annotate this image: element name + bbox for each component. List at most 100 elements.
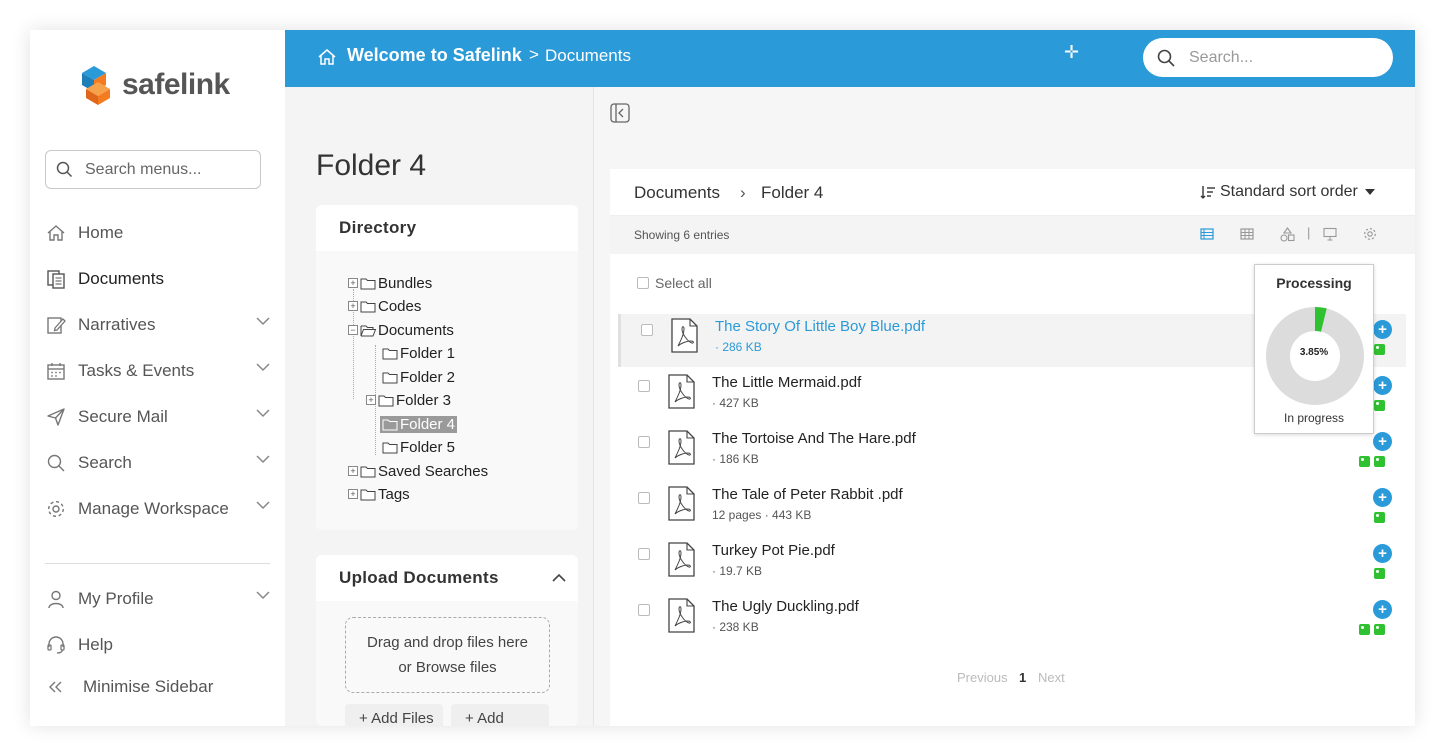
document-name-link[interactable]: The Tortoise And The Hare.pdf [712,430,916,447]
sidebar-search-input[interactable] [85,160,235,179]
gear-icon[interactable] [1363,227,1377,241]
breadcrumb-documents[interactable]: Documents [545,46,631,66]
folder-panel-column: Folder 4 Directory + Bundles + Codes − D… [285,87,593,726]
breadcrumb-separator: > [529,45,539,64]
tag-icon[interactable] [1374,344,1385,355]
toolbar-divider: | [1307,225,1311,240]
shapes-view-icon[interactable] [1280,227,1295,242]
row-checkbox[interactable] [638,604,650,616]
chevron-down-icon [256,317,270,326]
document-name-link[interactable]: The Story Of Little Boy Blue.pdf [715,318,925,335]
document-name-link[interactable]: The Tale of Peter Rabbit .pdf [712,486,903,503]
upload-panel: Upload Documents Drag and drop files her… [316,555,578,726]
collapse-panel-icon[interactable] [610,103,630,123]
folder-open-icon [360,325,376,336]
sidebar-item-narratives[interactable]: Narratives [45,310,270,340]
upload-heading[interactable]: Upload Documents [316,555,578,601]
add-to-document-button[interactable]: + [1373,544,1392,563]
tree-node-folder-1[interactable]: Folder 1 [382,343,455,363]
tree-node-folder-5[interactable]: Folder 5 [382,437,455,457]
add-files-button[interactable]: + Add Files [345,704,443,726]
list-view-icon[interactable] [1200,227,1214,241]
global-search-input[interactable] [1189,48,1369,67]
sidebar-item-documents[interactable]: Documents [45,264,270,294]
sidebar-item-search[interactable]: Search [45,448,270,478]
tree-node-documents[interactable]: − Documents [348,320,454,340]
select-all-checkbox[interactable] [637,277,649,289]
document-name-link[interactable]: The Ugly Duckling.pdf [712,598,859,615]
add-to-document-button[interactable]: + [1373,600,1392,619]
add-to-document-button[interactable]: + [1373,320,1392,339]
expand-icon[interactable]: + [366,395,376,405]
minimise-sidebar-button[interactable]: Minimise Sidebar [45,672,270,702]
expand-icon[interactable]: + [348,278,358,288]
dropzone-text: Drag and drop files here [367,634,528,651]
document-row[interactable]: The Ugly Duckling.pdf · 238 KB [618,594,1406,647]
add-to-document-button[interactable]: + [1373,432,1392,451]
tag-icon[interactable] [1374,400,1385,411]
document-meta: · 19.7 KB [712,564,763,578]
tree-node-folder-4[interactable]: Folder 4 [380,414,458,434]
breadcrumb-documents-link[interactable]: Documents [634,183,720,203]
entries-count: Showing 6 entries [634,228,729,242]
add-to-document-button[interactable]: + [1373,376,1392,395]
tag-icon[interactable] [1359,456,1370,467]
tree-node-saved-searches[interactable]: + Saved Searches [348,461,488,481]
sidebar-item-label: Tasks & Events [78,361,195,380]
pagination-page-1[interactable]: 1 [1019,670,1026,685]
sidebar-item-help[interactable]: Help [45,630,270,660]
tree-node-tags[interactable]: + Tags [348,484,410,504]
document-row[interactable]: Turkey Pot Pie.pdf · 19.7 KB [618,538,1406,591]
page-title: Folder 4 [316,149,427,182]
tree-node-codes[interactable]: + Codes [348,296,421,316]
entries-suffix: entries [690,228,730,242]
sidebar-item-home[interactable]: Home [45,218,270,248]
browse-files-link[interactable]: or Browse files [346,655,549,680]
presentation-icon[interactable] [1323,227,1337,241]
document-name-link[interactable]: The Little Mermaid.pdf [712,374,861,391]
row-checkbox[interactable] [638,380,650,392]
sidebar-search[interactable] [45,150,261,189]
add-to-document-button[interactable]: + [1373,488,1392,507]
tag-icon[interactable] [1374,512,1385,523]
pagination-previous[interactable]: Previous [957,670,1008,685]
double-chevron-left-icon [45,676,67,698]
sidebar-item-manage-workspace[interactable]: Manage Workspace [45,494,270,524]
brand-logo[interactable]: safelink [76,63,230,107]
tree-node-folder-3[interactable]: + Folder 3 [366,390,451,410]
sidebar-item-my-profile[interactable]: My Profile [45,584,270,614]
sidebar-item-tasks-events[interactable]: Tasks & Events [45,356,270,386]
document-row[interactable]: The Tale of Peter Rabbit .pdf 12 pages ·… [618,482,1406,535]
sort-order-dropdown[interactable]: Standard sort order [1200,183,1375,201]
tree-node-bundles[interactable]: + Bundles [348,273,432,293]
tree-node-folder-2[interactable]: Folder 2 [382,367,455,387]
expand-icon[interactable]: + [348,466,358,476]
upload-dropzone[interactable]: Drag and drop files here or Browse files [345,617,550,693]
pagination-next[interactable]: Next [1038,670,1065,685]
global-search[interactable] [1143,38,1393,77]
collapse-icon[interactable]: − [348,325,358,335]
document-name-link[interactable]: Turkey Pot Pie.pdf [712,542,835,559]
chevron-up-icon[interactable] [552,573,566,582]
tag-icon[interactable] [1359,624,1370,635]
tag-icon[interactable] [1374,624,1385,635]
tag-icon[interactable] [1374,456,1385,467]
row-checkbox[interactable] [638,492,650,504]
grid-view-icon[interactable] [1240,227,1254,241]
select-all[interactable]: Select all [637,275,712,291]
row-checkbox[interactable] [638,436,650,448]
expand-icon[interactable]: + [348,301,358,311]
add-folder-button[interactable]: + Add Folder [451,704,549,726]
search-icon [45,452,67,474]
sort-order-label: Standard sort order [1220,183,1358,200]
tag-icon[interactable] [1374,568,1385,579]
row-checkbox[interactable] [641,324,653,336]
sidebar-item-secure-mail[interactable]: Secure Mail [45,402,270,432]
breadcrumb-welcome[interactable]: Welcome to Safelink [347,45,522,66]
tree-node-label: Folder 4 [400,415,456,433]
home-icon[interactable] [317,47,337,67]
row-checkbox[interactable] [638,548,650,560]
processing-status: In progress [1283,411,1345,425]
folder-icon [360,301,376,312]
expand-icon[interactable]: + [348,489,358,499]
